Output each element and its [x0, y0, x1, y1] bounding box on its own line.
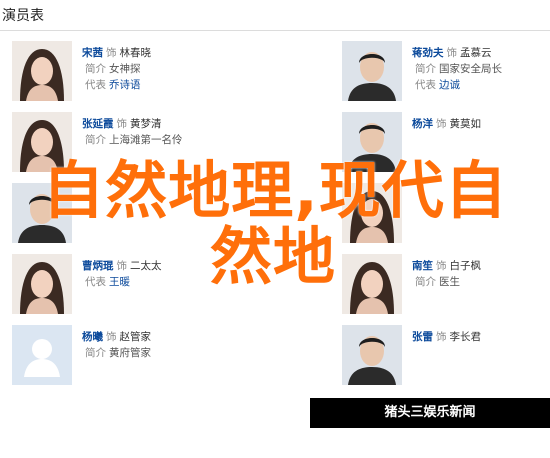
play-label: 饰 — [436, 260, 447, 272]
play-label: 饰 — [106, 331, 117, 343]
intro-label: 简介 — [85, 63, 106, 75]
role-name: 林春晓 — [119, 47, 152, 59]
role-intro: 医生 — [439, 276, 460, 288]
intro-label: 简介 — [85, 347, 106, 359]
avatar-placeholder-icon[interactable] — [12, 325, 72, 385]
cast-card[interactable]: 杨曦饰赵管家简介 黄府管家 — [12, 325, 222, 385]
play-label: 饰 — [116, 118, 128, 130]
overlay-title-line-1: 自然地理,现代自 — [42, 154, 508, 227]
cast-info: 蒋劲夫饰孟慕云简介 国家安全局长 代表 边诚 — [412, 45, 550, 93]
representative-work-link[interactable]: 乔诗语 — [109, 79, 141, 91]
role-name: 二太太 — [130, 260, 162, 272]
site-watermark: 猪头三娱乐新闻 www.zhutousan.net — [310, 398, 550, 450]
cast-info: 张雷饰李长君 — [412, 329, 550, 345]
cast-card[interactable]: 南笙饰白子枫简介 医生 — [342, 254, 550, 314]
role-intro: 国家安全局长 — [439, 63, 502, 75]
role-name: 赵管家 — [119, 331, 152, 343]
cast-info: 杨洋饰黄莫如 — [412, 116, 550, 132]
role-name: 孟慕云 — [460, 47, 492, 59]
cast-info: 宋茜饰林春晓简介 女神探 代表 乔诗语 — [82, 45, 222, 93]
actor-name-link[interactable]: 杨曦 — [82, 331, 103, 343]
cast-card[interactable]: 宋茜饰林春晓简介 女神探 代表 乔诗语 — [12, 41, 222, 101]
actor-name-link[interactable]: 南笙 — [412, 260, 433, 272]
works-label: 代表 — [85, 79, 106, 91]
play-label: 饰 — [106, 47, 117, 59]
play-label: 饰 — [116, 260, 128, 272]
intro-label: 简介 — [85, 134, 106, 146]
actor-photo[interactable] — [12, 254, 72, 314]
cast-info: 南笙饰白子枫简介 医生 — [412, 258, 550, 290]
cast-card[interactable]: 蒋劲夫饰孟慕云简介 国家安全局长 代表 边诚 — [342, 41, 550, 101]
actor-name-link[interactable]: 杨洋 — [412, 118, 433, 130]
page-title: 演员表 — [2, 8, 44, 24]
role-name: 黄莫如 — [449, 118, 482, 130]
cast-card[interactable]: 曹炳琨饰二太太代表 王暖 — [12, 254, 222, 314]
actor-photo[interactable] — [12, 41, 72, 101]
role-name: 李长君 — [449, 331, 482, 343]
role-intro: 黄府管家 — [109, 347, 151, 359]
play-label: 饰 — [436, 331, 447, 343]
role-name: 白子枫 — [449, 260, 482, 272]
actor-name-link[interactable]: 张雷 — [412, 331, 433, 343]
overlay-title-line-2: 然地 — [210, 220, 337, 293]
representative-work-link[interactable]: 边诚 — [439, 79, 460, 91]
intro-label: 简介 — [415, 63, 436, 75]
play-label: 饰 — [446, 47, 458, 59]
intro-label: 简介 — [415, 276, 436, 288]
role-name: 黄梦清 — [130, 118, 162, 130]
role-intro: 上海滩第一名伶 — [109, 134, 183, 146]
actor-name-link[interactable]: 曹炳琨 — [82, 260, 114, 272]
cast-info: 曹炳琨饰二太太代表 王暖 — [82, 258, 222, 290]
actor-name-link[interactable]: 蒋劲夫 — [412, 47, 444, 59]
play-label: 饰 — [436, 118, 447, 130]
actor-name-link[interactable]: 张延霞 — [82, 118, 114, 130]
cast-info: 杨曦饰赵管家简介 黄府管家 — [82, 329, 222, 361]
actor-photo[interactable] — [342, 41, 402, 101]
actor-photo[interactable] — [342, 325, 402, 385]
title-divider — [0, 30, 550, 31]
role-intro: 女神探 — [109, 63, 141, 75]
representative-work-link[interactable]: 王暖 — [109, 276, 130, 288]
actor-name-link[interactable]: 宋茜 — [82, 47, 103, 59]
works-label: 代表 — [85, 276, 106, 288]
cast-card[interactable]: 张雷饰李长君 — [342, 325, 550, 385]
cast-info: 张延霞饰黄梦清简介 上海滩第一名伶 — [82, 116, 222, 148]
works-label: 代表 — [415, 79, 436, 91]
